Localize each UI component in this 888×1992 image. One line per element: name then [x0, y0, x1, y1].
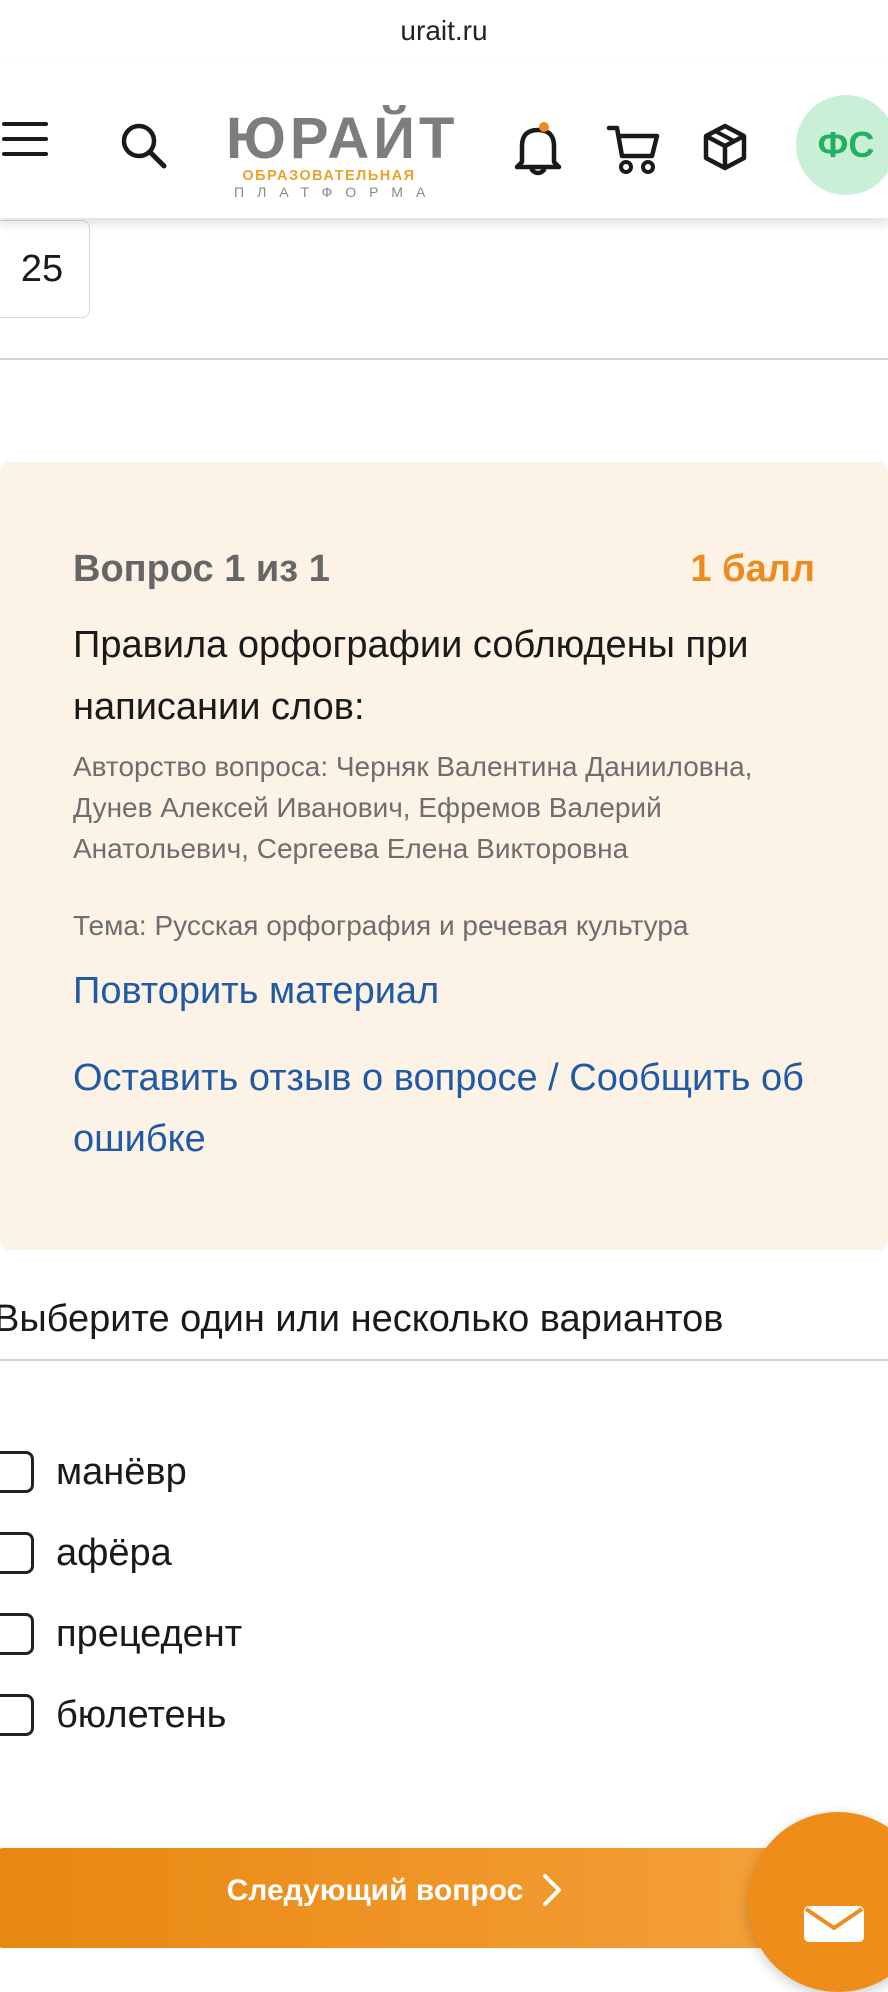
bell-icon[interactable]	[512, 120, 564, 178]
browser-url-bar[interactable]: urait.ru	[0, 0, 888, 62]
option-label: бюлетень	[56, 1693, 227, 1736]
logo-subtitle-1: ОБРАЗОВАТЕЛЬНАЯ	[242, 168, 416, 184]
answer-instruction: Выберите один или несколько вариантов	[0, 1298, 724, 1340]
search-icon[interactable]	[118, 120, 168, 170]
question-number-box[interactable]: 25	[0, 220, 90, 318]
option-label: прецедент	[56, 1612, 243, 1655]
option-checkbox[interactable]	[0, 1451, 34, 1493]
answers-divider	[0, 1359, 888, 1361]
option-checkbox[interactable]	[0, 1694, 34, 1736]
logo-subtitle-2: ПЛАТФОРМА	[234, 184, 439, 200]
answer-option[interactable]: манёвр	[0, 1446, 187, 1498]
question-score: 1 балл	[690, 548, 815, 590]
answer-option[interactable]: бюлетень	[0, 1689, 226, 1741]
box-icon[interactable]	[700, 122, 750, 172]
menu-icon[interactable]	[0, 114, 50, 164]
user-avatar[interactable]: ФС	[796, 95, 888, 195]
option-label: афёра	[56, 1531, 172, 1574]
next-button-label: Следующий вопрос	[226, 1874, 524, 1907]
cart-icon[interactable]	[606, 122, 660, 176]
question-authors: Авторство вопроса: Черняк Валентина Дани…	[73, 751, 753, 864]
option-label: манёвр	[56, 1450, 187, 1493]
question-text: Правила орфографии соблюдены при написан…	[73, 624, 749, 728]
answer-option[interactable]: прецедент	[0, 1608, 242, 1660]
yurait-logo[interactable]: ЮРАЙТ ОБРАЗОВАТЕЛЬНАЯ ПЛАТФОРМА	[226, 106, 459, 201]
logo-main-text: ЮРАЙТ	[226, 106, 459, 171]
question-number-label: Вопрос 1 из 1	[73, 548, 330, 590]
option-checkbox[interactable]	[0, 1532, 34, 1574]
section-divider	[0, 358, 888, 360]
feedback-link[interactable]: Оставить отзыв о вопросе / Сообщить об о…	[73, 1048, 843, 1170]
chevron-right-icon	[543, 1874, 562, 1906]
url-text: urait.ru	[400, 15, 488, 46]
repeat-material-link[interactable]: Повторить материал	[73, 970, 439, 1013]
question-topic: Тема: Русская орфография и речевая культ…	[73, 910, 689, 941]
site-header: ЮРАЙТ ОБРАЗОВАТЕЛЬНАЯ ПЛАТФОРМА	[0, 62, 888, 218]
mail-icon	[804, 1906, 864, 1942]
chat-fab-button[interactable]	[748, 1812, 888, 1992]
next-question-button[interactable]: Следующий вопрос	[0, 1848, 800, 1948]
answer-option[interactable]: афёра	[0, 1527, 172, 1579]
option-checkbox[interactable]	[0, 1613, 34, 1655]
